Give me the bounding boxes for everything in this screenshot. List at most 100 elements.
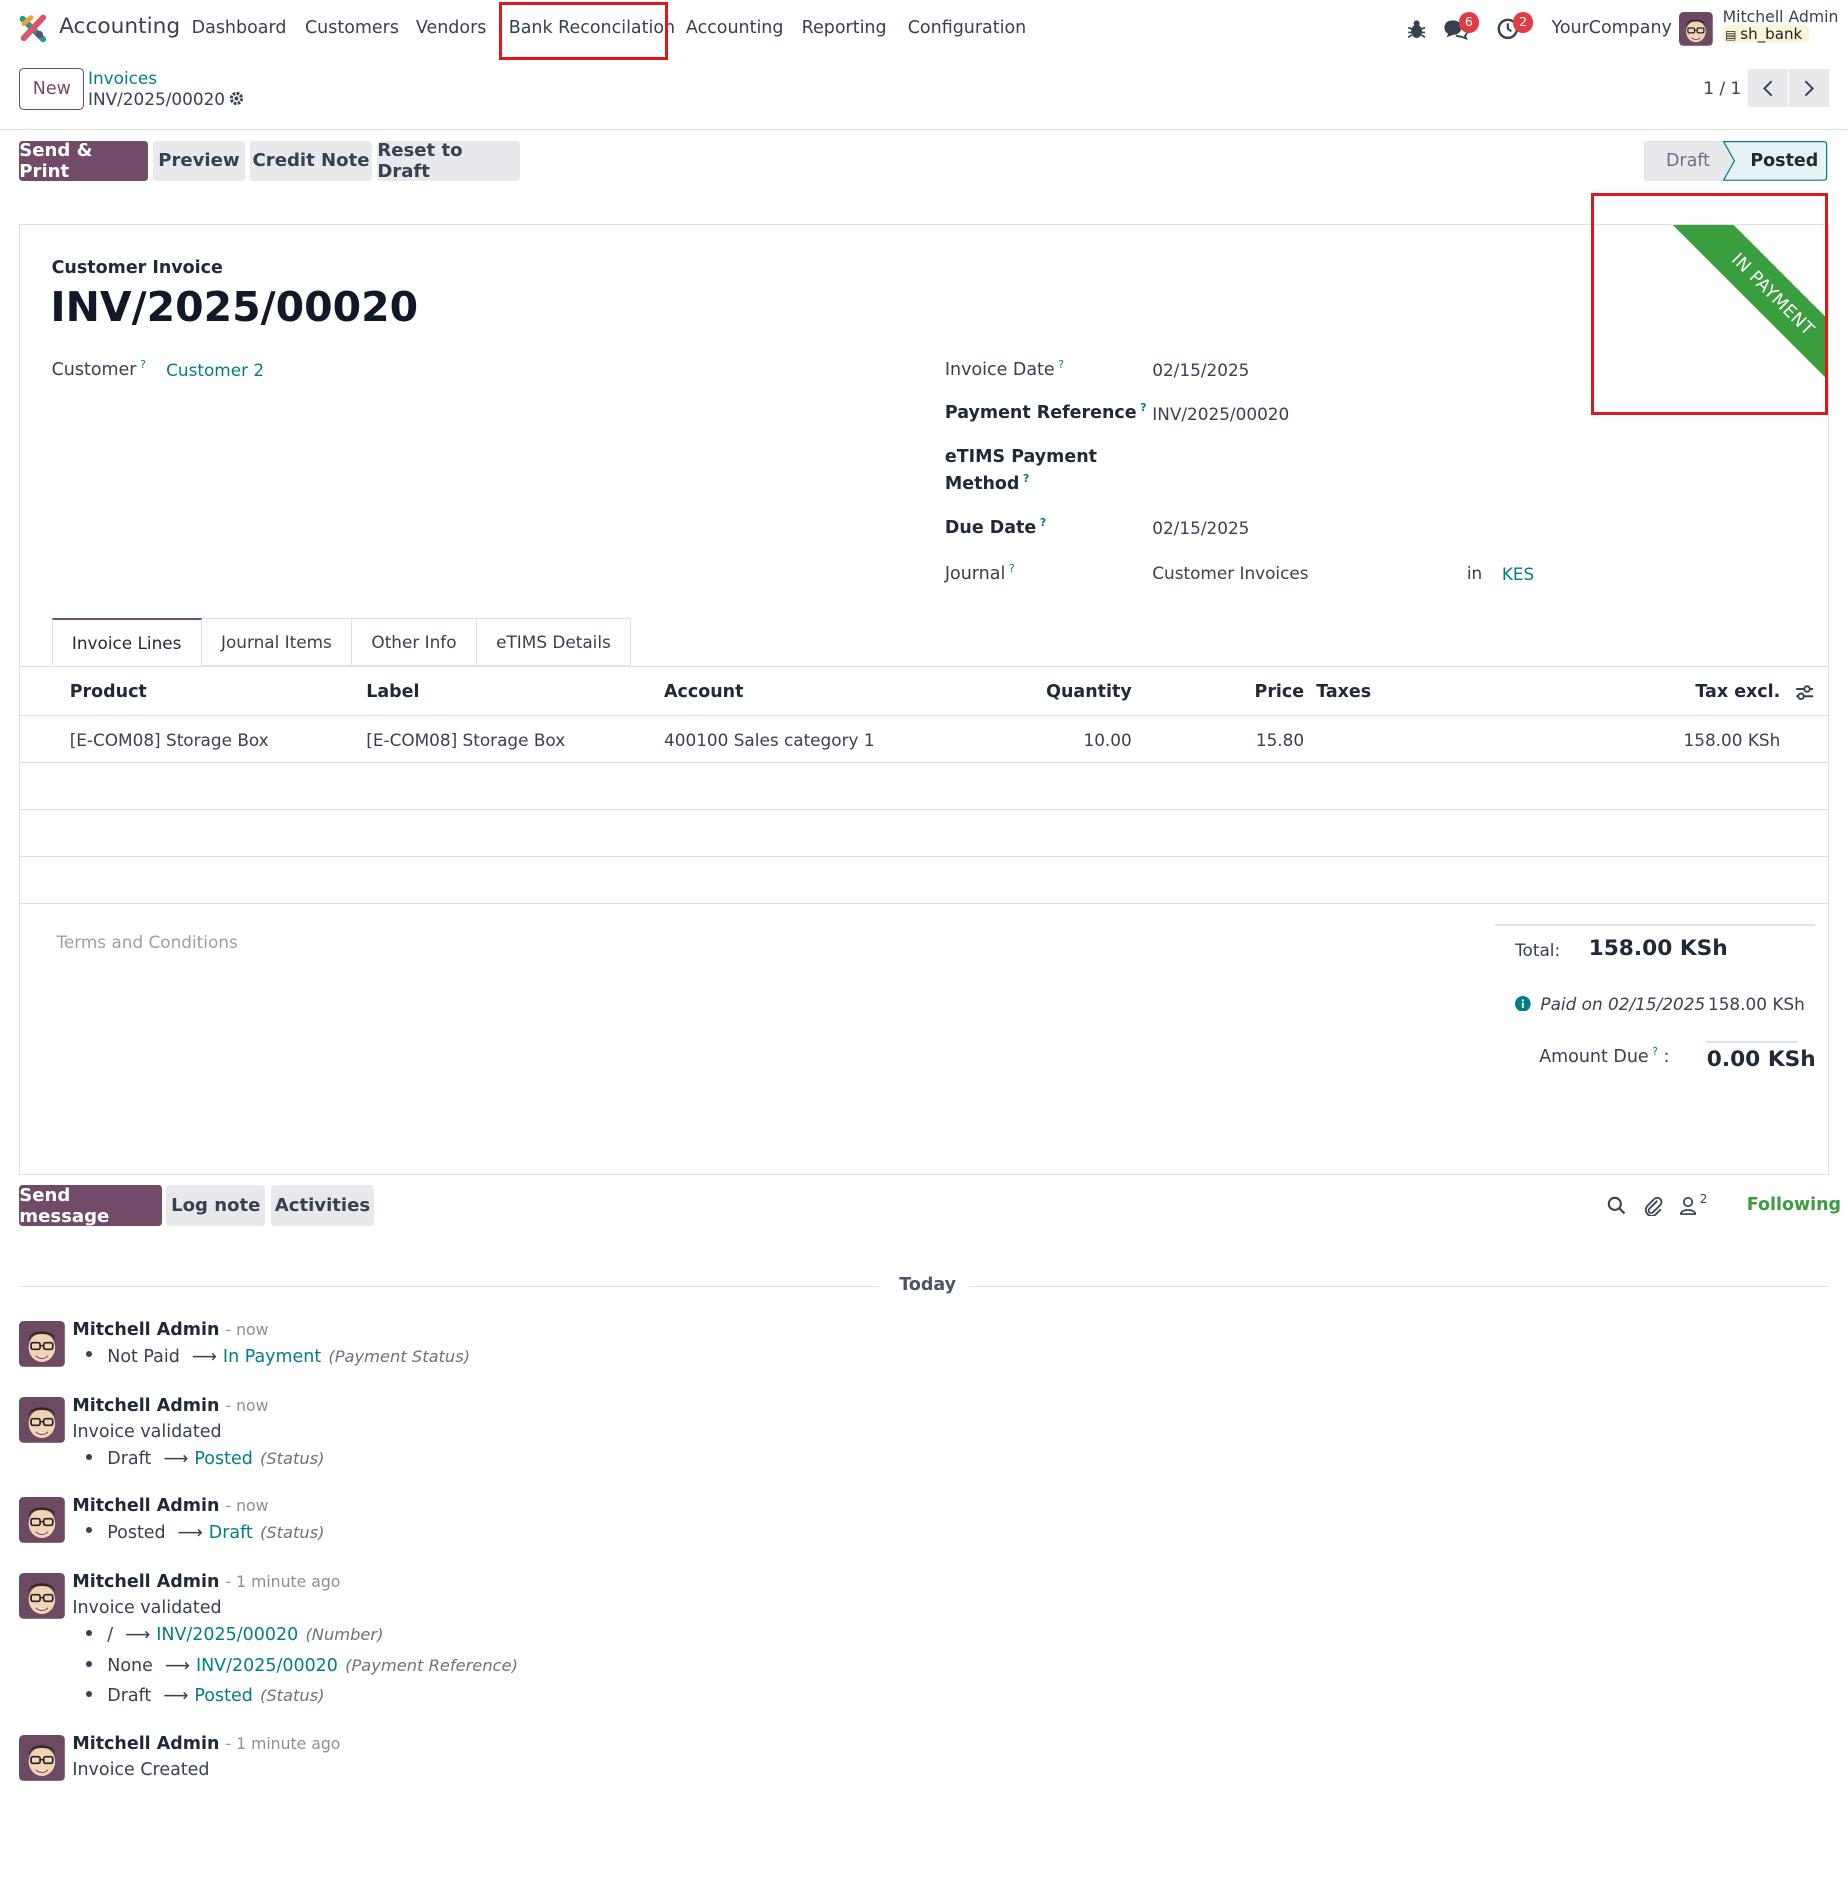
author-name[interactable]: Mitchell Admin (72, 1396, 219, 1416)
line-quantity[interactable]: 10.00 (1009, 730, 1131, 750)
old-value: Draft (107, 1449, 152, 1469)
preview-button[interactable]: Preview (153, 141, 245, 181)
tracking-change: Draft ⟶ Posted (Status) (85, 1449, 325, 1469)
status-draft[interactable]: Draft (1666, 151, 1710, 171)
tab-invoice-lines[interactable]: Invoice Lines (51, 618, 202, 667)
table-row[interactable]: [E-COM08] Storage Box [E-COM08] Storage … (20, 716, 1828, 763)
message-avatar[interactable] (19, 1573, 66, 1619)
journal-field[interactable]: Customer Invoices (1152, 563, 1308, 583)
col-product[interactable]: Product (70, 682, 147, 702)
field-name: (Number) (305, 1625, 384, 1644)
amount-due-help-icon[interactable]: ? (1652, 1045, 1658, 1058)
message-author[interactable]: Mitchell Admin - now (72, 1396, 268, 1416)
arrow-right-icon: ⟶ (125, 1625, 151, 1645)
new-button[interactable]: New (19, 67, 85, 110)
line-account[interactable]: 400100 Sales category 1 (664, 730, 875, 750)
col-quantity[interactable]: Quantity (1009, 682, 1132, 702)
etims-help-icon[interactable]: ? (1023, 472, 1029, 485)
message-author[interactable]: Mitchell Admin - 1 minute ago (72, 1734, 340, 1754)
tracking-change: None ⟶ INV/2025/00020 (Payment Reference) (85, 1656, 518, 1676)
activities-button[interactable]: Activities (271, 1185, 374, 1226)
breadcrumb-invoices[interactable]: Invoices (88, 68, 157, 88)
due-date-field[interactable]: 02/15/2025 (1152, 518, 1249, 538)
following-button[interactable]: Following (1747, 1195, 1841, 1215)
author-name[interactable]: Mitchell Admin (72, 1572, 219, 1592)
avatar-icon (19, 1497, 66, 1544)
pager-previous-button[interactable] (1747, 68, 1788, 108)
status-posted[interactable]: Posted (1750, 151, 1818, 171)
line-label[interactable]: [E-COM08] Storage Box (366, 730, 565, 750)
author-name[interactable]: Mitchell Admin (72, 1320, 219, 1340)
journal-label-text: Journal (944, 563, 1006, 584)
app-logo-icon[interactable] (19, 14, 48, 43)
tracking-change: Posted ⟶ Draft (Status) (85, 1523, 325, 1543)
send-message-button[interactable]: Send message (19, 1185, 162, 1227)
currency-field[interactable]: KES (1502, 564, 1534, 584)
field-name: (Status) (260, 1449, 325, 1468)
highlight-payment-ribbon (1591, 192, 1828, 415)
customer-help-icon[interactable]: ? (140, 358, 146, 371)
etims-payment-method-field[interactable] (1152, 447, 1514, 495)
company-switcher[interactable]: YourCompany (1551, 18, 1671, 38)
user-name[interactable]: Mitchell Admin (1723, 7, 1839, 26)
invoice-page: Accounting Dashboard Customers Vendors B… (0, 0, 1848, 1890)
credit-note-button[interactable]: Credit Note (249, 141, 373, 181)
bullet (85, 1527, 92, 1534)
tab-etims-details[interactable]: eTIMS Details (476, 618, 632, 667)
customer-field[interactable]: Customer 2 (166, 360, 264, 380)
gear-icon[interactable] (228, 90, 245, 107)
message-avatar[interactable] (19, 1497, 66, 1544)
line-price[interactable]: 15.80 (1214, 730, 1304, 750)
menu-configuration[interactable]: Configuration (908, 18, 1026, 38)
user-avatar[interactable] (1679, 12, 1713, 46)
journal-help-icon[interactable]: ? (1009, 562, 1015, 575)
log-note-button[interactable]: Log note (166, 1185, 266, 1226)
message-avatar[interactable] (19, 1397, 66, 1443)
pager-next-button[interactable] (1788, 68, 1829, 108)
send-print-button[interactable]: Send & Print (19, 140, 149, 182)
menu-dashboard[interactable]: Dashboard (192, 18, 287, 38)
invoice-date-help-icon[interactable]: ? (1058, 358, 1064, 371)
message-author[interactable]: Mitchell Admin - 1 minute ago (72, 1572, 340, 1592)
etims-label-text: Method (944, 474, 1020, 495)
search-icon[interactable] (1607, 1196, 1626, 1215)
menu-vendors[interactable]: Vendors (416, 18, 486, 38)
tab-journal-items[interactable]: Journal Items (201, 618, 353, 667)
col-price[interactable]: Price (1214, 682, 1305, 702)
debug-bug-icon[interactable] (1407, 18, 1426, 40)
menu-reporting[interactable]: Reporting (802, 18, 887, 38)
paperclip-icon[interactable] (1644, 1196, 1663, 1217)
message-author[interactable]: Mitchell Admin - now (72, 1496, 268, 1516)
arrow-right-icon: ⟶ (163, 1449, 189, 1469)
col-tax-excl[interactable]: Tax excl. (1660, 682, 1780, 702)
bullet (85, 1351, 92, 1358)
new-value: Posted (194, 1686, 253, 1707)
menu-customers[interactable]: Customers (305, 18, 399, 38)
reset-to-draft-button[interactable]: Reset to Draft (377, 140, 520, 182)
author-name[interactable]: Mitchell Admin (72, 1496, 219, 1516)
terms-conditions-input[interactable]: Terms and Conditions (56, 932, 237, 952)
col-account[interactable]: Account (664, 682, 743, 702)
menu-accounting[interactable]: Accounting (686, 18, 784, 38)
avatar-icon (19, 1321, 66, 1368)
optional-columns-icon[interactable] (1795, 683, 1814, 702)
invoice-date-field[interactable]: 02/15/2025 (1152, 360, 1249, 380)
col-label[interactable]: Label (366, 682, 419, 702)
etims-payment-method-label-2: Method? (945, 472, 1029, 494)
payment-info-icon[interactable] (1515, 995, 1531, 1012)
followers-user-icon[interactable] (1679, 1196, 1697, 1215)
tab-other-info[interactable]: Other Info (352, 618, 477, 667)
payment-reference-help-icon[interactable]: ? (1140, 401, 1146, 414)
message-avatar[interactable] (19, 1734, 66, 1781)
pager-value[interactable]: 1 / 1 (1703, 78, 1741, 98)
payment-reference-field[interactable]: INV/2025/00020 (1152, 404, 1289, 424)
author-name[interactable]: Mitchell Admin (72, 1734, 219, 1754)
app-name[interactable]: Accounting (59, 14, 180, 39)
line-product[interactable]: [E-COM08] Storage Box (70, 730, 269, 750)
col-taxes[interactable]: Taxes (1316, 682, 1371, 702)
due-date-help-icon[interactable]: ? (1040, 516, 1046, 529)
message-avatar[interactable] (19, 1321, 66, 1368)
invoice-lines-header: Product Label Account Quantity Price Tax… (20, 666, 1828, 716)
chevron-right-icon (1804, 80, 1814, 96)
message-author[interactable]: Mitchell Admin - now (72, 1320, 268, 1340)
